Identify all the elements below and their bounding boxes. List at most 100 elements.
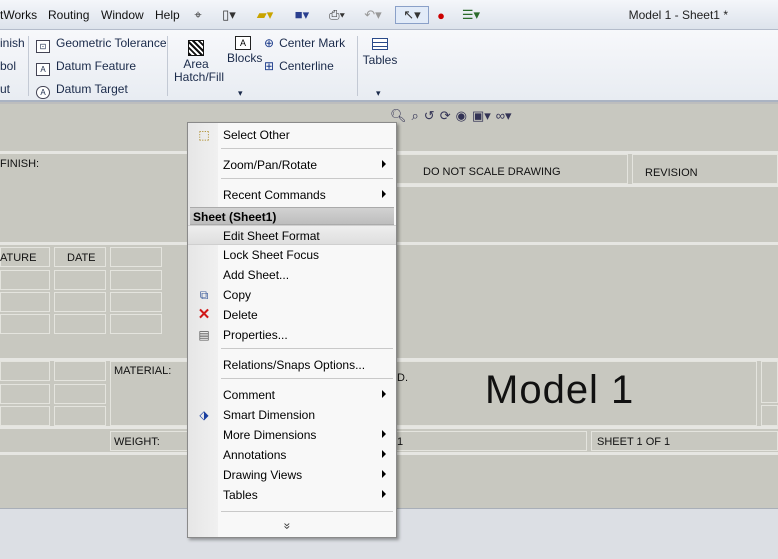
menu-item-relations-snaps[interactable]: Relations/Snaps Options... <box>188 355 396 375</box>
scale-label: 1 <box>397 436 404 448</box>
menu-item-label: More Dimensions <box>223 428 317 442</box>
appearance-icon[interactable]: ◉ <box>456 108 467 128</box>
menu-item-label: Tables <box>223 488 258 502</box>
datum-feature-button[interactable]: A Datum Feature <box>36 59 136 76</box>
properties-icon: ▤ <box>198 328 210 342</box>
menu-window[interactable]: Window <box>101 8 144 22</box>
area-hatch-button[interactable]: Area Hatch/Fill <box>174 40 225 84</box>
menu-item-annotations[interactable]: Annotations <box>188 445 396 465</box>
menu-item-zoom-pan-rotate[interactable]: Zoom/Pan/Rotate <box>188 155 396 175</box>
select-pointer-icon[interactable]: ↖▾ <box>395 6 429 24</box>
menu-item-tables[interactable]: Tables <box>188 485 396 505</box>
menu-item-label: Copy <box>223 288 252 302</box>
title-block-cell <box>54 384 106 404</box>
hatch-icon <box>188 40 204 56</box>
tables-label: Tables <box>362 53 398 67</box>
section-header-label: Sheet (Sheet1) <box>193 210 277 224</box>
title-block-cell <box>0 361 50 381</box>
menu-help[interactable]: Help <box>155 8 180 22</box>
menu-bar: tWorks Routing Window Help ⌖ ▯▾ ▰▾ ■▾ ⎙▾… <box>0 0 778 30</box>
menu-routing[interactable]: Routing <box>48 8 89 22</box>
save-icon[interactable]: ■▾ <box>287 6 317 24</box>
menu-item-drawing-views[interactable]: Drawing Views <box>188 465 396 485</box>
menu-item-recent-commands[interactable]: Recent Commands <box>188 185 396 205</box>
menu-item-more-dimensions[interactable]: More Dimensions <box>188 425 396 445</box>
scale-cell <box>395 431 587 451</box>
tables-button[interactable]: Tables <box>362 38 398 67</box>
rebuild-traffic-light-icon[interactable]: ● <box>434 6 448 24</box>
menu-item-label: Annotations <box>223 448 287 462</box>
do-not-scale-label: DO NOT SCALE DRAWING <box>423 166 561 178</box>
new-document-icon[interactable]: ▯▾ <box>216 6 242 24</box>
menu-item-label: Recent Commands <box>223 188 326 202</box>
hide-show-items-icon[interactable]: ∞▾ <box>496 108 512 128</box>
open-folder-icon[interactable]: ▰▾ <box>250 6 280 24</box>
title-block-cell <box>0 384 50 404</box>
submenu-arrow-icon <box>382 490 386 498</box>
heads-up-view-toolbar: 🔍︎ ⌕ ↺ ⟳ ◉ ▣▾ ∞▾ <box>390 108 512 128</box>
menu-item-copy[interactable]: ⧉ Copy <box>188 285 396 305</box>
expand-menu-chevron-icon[interactable]: » <box>280 523 294 530</box>
menu-item-label: Edit Sheet Format <box>223 229 320 243</box>
menu-item-smart-dimension[interactable]: ⬗ Smart Dimension <box>188 405 396 425</box>
datum-target-button[interactable]: A Datum Target <box>36 82 128 99</box>
submenu-arrow-icon <box>382 430 386 438</box>
ribbon-weld-symbol[interactable]: bol <box>0 59 16 73</box>
copy-icon: ⧉ <box>199 288 209 302</box>
menu-item-select-other[interactable]: ⬚ Select Other <box>188 125 396 145</box>
menu-item-delete[interactable]: ✕ Delete <box>188 305 396 325</box>
menu-solidworks[interactable]: tWorks <box>0 8 37 22</box>
menu-item-edit-sheet-format[interactable]: Edit Sheet Format <box>188 225 396 245</box>
centerline-label: Centerline <box>279 59 334 73</box>
blocks-button[interactable]: A Blocks <box>227 36 263 65</box>
dropdown-chevron-icon[interactable]: ▾ <box>238 88 243 99</box>
delete-icon: ✕ <box>197 306 211 323</box>
title-block-cell <box>0 292 50 312</box>
menu-item-properties[interactable]: ▤ Properties... <box>188 325 396 345</box>
geometric-tolerance-icon: ⊡ <box>36 40 50 53</box>
title-block-cell <box>110 314 162 334</box>
title-block-cell <box>110 270 162 290</box>
pin-icon[interactable]: ⌖ <box>190 6 206 24</box>
menu-item-label: Smart Dimension <box>223 408 316 422</box>
submenu-arrow-icon <box>382 390 386 398</box>
centerline-button[interactable]: ⊞ Centerline <box>264 59 334 73</box>
menu-item-comment[interactable]: Comment <box>188 385 396 405</box>
title-block-cell <box>0 406 50 426</box>
command-manager-ribbon: inish bol ut ⊡ Geometric Tolerance A Datum… <box>0 30 778 102</box>
rotate-view-icon[interactable]: ⟳ <box>440 108 451 128</box>
menu-item-label: Drawing Views <box>223 468 303 482</box>
blocks-label: Blocks <box>227 51 263 65</box>
signature-label: ATURE <box>0 252 37 264</box>
previous-view-icon[interactable]: ↺ <box>424 108 435 128</box>
submenu-arrow-icon <box>382 450 386 458</box>
geometric-tolerance-button[interactable]: ⊡ Geometric Tolerance <box>36 36 167 53</box>
menu-item-add-sheet[interactable]: Add Sheet... <box>188 265 396 285</box>
finish-label: FINISH: <box>0 158 40 170</box>
options-icon[interactable]: ☰▾ <box>455 6 487 24</box>
area-hatch-label: Area Hatch/Fill <box>174 57 225 84</box>
date-label: DATE <box>67 252 96 264</box>
title-block-cell <box>54 270 106 290</box>
menu-item-label: Comment <box>223 388 276 402</box>
center-mark-button[interactable]: ⊕ Center Mark <box>264 36 345 50</box>
submenu-arrow-icon <box>382 160 386 168</box>
print-icon[interactable]: ⎙▾ <box>322 6 352 24</box>
dropdown-chevron-icon[interactable]: ▾ <box>376 88 381 99</box>
title-block-cell <box>761 405 778 426</box>
revision-label: REVISION <box>645 167 698 179</box>
material-label: MATERIAL: <box>114 365 172 377</box>
undo-icon[interactable]: ↶▾ <box>358 6 388 24</box>
submenu-arrow-icon <box>382 470 386 478</box>
center-mark-icon: ⊕ <box>264 36 275 50</box>
zoom-to-area-icon[interactable]: ⌕ <box>412 108 419 128</box>
menu-item-label: Properties... <box>223 328 288 342</box>
ribbon-surface-finish[interactable]: inish <box>0 36 25 50</box>
ribbon-hole-callout[interactable]: ut <box>0 82 10 96</box>
display-style-icon[interactable]: ▣▾ <box>472 108 491 128</box>
menu-item-label: Zoom/Pan/Rotate <box>223 158 318 172</box>
menu-item-lock-sheet-focus[interactable]: Lock Sheet Focus <box>188 245 396 265</box>
title-block-cell <box>0 270 50 290</box>
title-block-cell <box>54 314 106 334</box>
title-block-cell <box>54 361 106 381</box>
